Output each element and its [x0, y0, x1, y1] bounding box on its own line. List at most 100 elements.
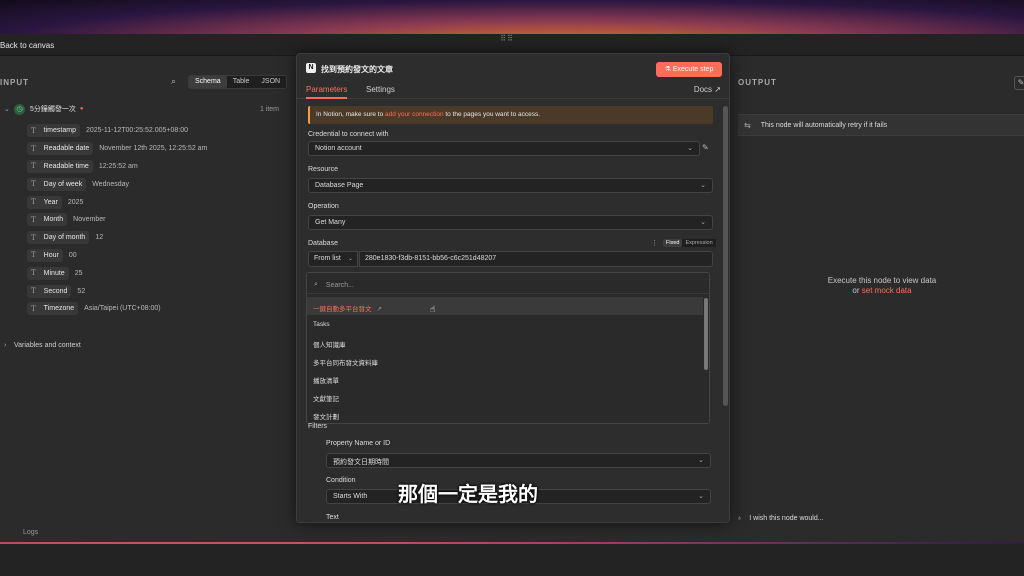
schema-field[interactable]: T Day of week Wednesday [27, 175, 207, 193]
dropdown-item[interactable]: 播放清單 [307, 369, 703, 387]
item-count: 1 item [259, 105, 279, 113]
tab-parameters[interactable]: Parameters [306, 85, 348, 99]
schema-field[interactable]: T Year 2025 [27, 193, 207, 211]
more-options-icon[interactable]: ⋮ [651, 239, 658, 247]
docs-link[interactable]: Docs ↗ [694, 85, 721, 94]
resource-label: Resource [308, 166, 338, 173]
external-link-icon: ↗ [714, 85, 721, 94]
dropdown-item[interactable]: 多平台同布發文資料庫 [307, 351, 703, 369]
input-title: INPUT [0, 78, 29, 87]
root-node-label: 5分鐘觸發一次 [30, 106, 76, 113]
execute-step-button[interactable]: ⚗ Execute step [656, 62, 722, 77]
database-id-input[interactable]: 280e1830-f3db-8151-bb56-c6c251d48207 [359, 251, 713, 267]
dropdown-scrollbar[interactable] [704, 298, 708, 370]
search-icon[interactable]: ⌕ [171, 76, 183, 88]
schema-root-row[interactable]: ⌄ ◷ 5分鐘觸發一次 ● 1 item [4, 103, 289, 115]
text-type-icon: T [31, 304, 36, 313]
credential-label: Credential to connect with [308, 131, 389, 138]
condition-label: Condition [326, 477, 356, 484]
schema-field[interactable]: T Second 52 [27, 282, 207, 300]
database-dropdown: ⌕ Search... 一鍵自動多平台發文 ↗ Tasks 個人知識庫 多平台同布… [306, 272, 710, 424]
retry-notice: ⇆ This node will automatically retry if … [738, 114, 1024, 136]
text-type-icon: T [31, 126, 36, 135]
chevron-right-icon[interactable]: › [4, 342, 14, 349]
mode-expression[interactable]: Expression [682, 239, 716, 247]
dropdown-item[interactable]: 文獻筆記 [307, 387, 703, 405]
schema-field[interactable]: T Minute 25 [27, 264, 207, 282]
view-json-tab[interactable]: JSON [255, 76, 286, 88]
chevron-down-icon: ⌄ [700, 182, 706, 189]
text-type-icon: T [31, 251, 36, 260]
dropdown-item[interactable]: 個人知識庫 [307, 333, 703, 351]
chevron-down-icon: ⌄ [687, 145, 693, 152]
edit-credential-icon[interactable]: ✎ [702, 143, 709, 152]
schema-field[interactable]: T Hour 00 [27, 247, 207, 265]
dropdown-item[interactable]: 發文計劃 [307, 405, 703, 423]
operation-label: Operation [308, 203, 339, 210]
schema-fields: Ttimestamp 2025-11-12T00:25:52.005+08:00 … [27, 122, 207, 318]
view-schema-tab[interactable]: Schema [189, 76, 227, 88]
retry-icon: ⇆ [744, 120, 751, 130]
external-link-icon: ↗ [376, 306, 382, 313]
text-type-icon: T [31, 198, 36, 207]
video-subtitle: 那個一定是我的 [398, 482, 538, 506]
set-mock-data-link[interactable]: set mock data [862, 286, 912, 295]
resource-select[interactable]: Database Page ⌄ [308, 178, 713, 193]
dropdown-item[interactable]: 一鍵自動多平台發文 ↗ [307, 297, 703, 315]
view-table-tab[interactable]: Table [227, 76, 256, 88]
desktop-wallpaper-top [0, 0, 1024, 34]
back-to-canvas-link[interactable]: Back to canvas [0, 41, 54, 50]
text-type-icon: T [31, 162, 36, 171]
property-select[interactable]: 預約發文日期時間 ⌄ [326, 453, 711, 468]
chevron-down-icon[interactable]: ⌄ [4, 105, 14, 113]
variables-context-label: Variables and context [14, 342, 81, 349]
schema-field[interactable]: T Readable date November 12th 2025, 12:25:… [27, 140, 207, 158]
text-type-icon: T [31, 287, 36, 296]
drag-handle-icon[interactable]: ⠿⠿ [495, 34, 519, 48]
notion-icon: N [306, 63, 316, 73]
dropdown-list: 一鍵自動多平台發文 ↗ Tasks 個人知識庫 多平台同布發文資料庫 播放清單 文… [307, 297, 703, 423]
output-empty-message: Execute this node to view data or set mo… [827, 276, 937, 295]
pin-dot-icon: ● [79, 106, 84, 112]
canvas-bottom-strip [0, 544, 1024, 576]
dropdown-item[interactable]: Tasks [307, 315, 703, 333]
fixed-expression-toggle: ⋮ Fixed Expression [651, 239, 716, 247]
notion-connection-notice: In Notion, make sure to add your connect… [308, 106, 713, 124]
schedule-node-icon: ◷ [14, 103, 25, 115]
credential-select[interactable]: Notion account ⌄ [308, 141, 700, 156]
text-type-icon: T [31, 215, 36, 224]
text-type-icon: T [31, 180, 36, 189]
edit-output-button[interactable]: ✎ [1014, 76, 1024, 90]
chevron-down-icon: ⌄ [698, 493, 704, 500]
chevron-down-icon: ⌄ [698, 457, 704, 464]
node-settings-modal: N 找到預約發文的文章 ⚗ Execute step Parameters Se… [296, 53, 730, 523]
schema-field[interactable]: T Readable time 12:25:52 am [27, 158, 207, 176]
database-label: Database [308, 240, 338, 247]
output-title: OUTPUT [738, 78, 777, 87]
database-source-select[interactable]: From list ⌄ [308, 251, 358, 267]
mode-fixed[interactable]: Fixed [663, 239, 683, 247]
chevron-down-icon: ⌄ [347, 256, 353, 262]
feedback-input[interactable]: ♁ I wish this node would... [733, 510, 1024, 526]
filters-label: Filters [308, 423, 328, 430]
mouse-cursor-icon: ☝ [430, 304, 436, 314]
operation-select[interactable]: Get Many ⌄ [308, 215, 713, 230]
text-label: Text [326, 514, 339, 521]
variables-context-row[interactable]: › Variables and context [4, 342, 81, 349]
search-icon: ⌕ [314, 281, 318, 288]
schema-field[interactable]: T Month November [27, 211, 207, 229]
add-connection-link[interactable]: add your connection [385, 111, 444, 118]
text-type-icon: T [31, 269, 36, 278]
modal-tabs: Parameters Settings Docs ↗ [297, 82, 729, 99]
modal-scrollbar[interactable] [723, 106, 728, 406]
schema-field[interactable]: Ttimestamp 2025-11-12T00:25:52.005+08:00 [27, 122, 207, 140]
dropdown-search[interactable]: ⌕ Search... [307, 277, 709, 294]
modal-header: N 找到預約發文的文章 ⚗ Execute step [297, 54, 729, 82]
tab-settings[interactable]: Settings [366, 85, 395, 94]
logs-toggle[interactable]: Logs [23, 529, 38, 536]
schema-field[interactable]: T Day of month 12 [27, 229, 207, 247]
view-toggle: Schema Table JSON [188, 75, 288, 89]
input-pane: INPUT ⌕ Schema Table JSON ⌄ ◷ 5分鐘觸發一次 ● … [0, 56, 296, 542]
schema-field[interactable]: T Timezone Asia/Taipei (UTC+08:00) [27, 300, 207, 318]
node-title[interactable]: 找到預約發文的文章 [321, 64, 393, 75]
